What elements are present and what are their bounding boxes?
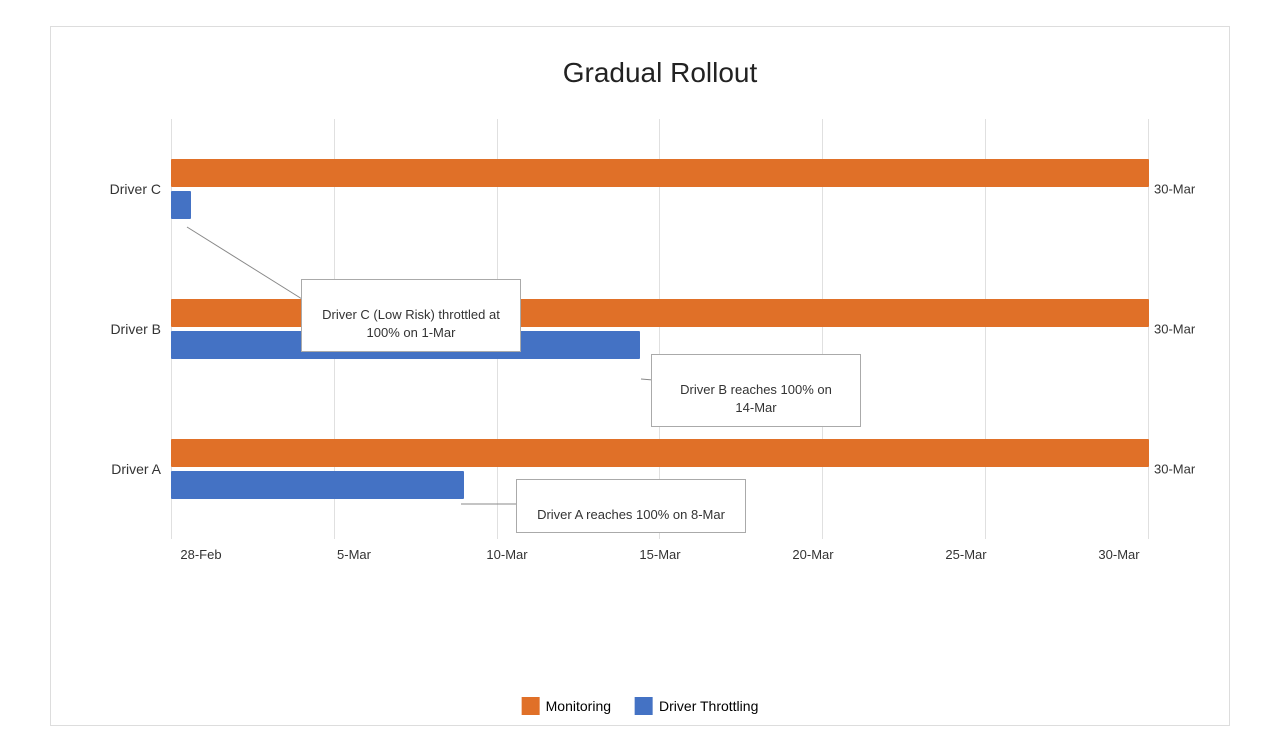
driver-a-orange-bar bbox=[171, 439, 1149, 467]
x-label-30mar: 30-Mar bbox=[1089, 547, 1149, 562]
x-label-15mar: 15-Mar bbox=[630, 547, 690, 562]
driver-b-end-label: 30-Mar bbox=[1154, 322, 1204, 337]
x-label-5mar: 5-Mar bbox=[324, 547, 384, 562]
x-label-25mar: 25-Mar bbox=[936, 547, 996, 562]
callout-driver-a: Driver A reaches 100% on 8-Mar bbox=[516, 479, 746, 533]
callout-driver-c: Driver C (Low Risk) throttled at 100% on… bbox=[301, 279, 521, 352]
legend-monitoring-label: Monitoring bbox=[546, 698, 611, 714]
legend-monitoring-swatch bbox=[522, 697, 540, 715]
x-label-28feb: 28-Feb bbox=[171, 547, 231, 562]
legend-monitoring: Monitoring bbox=[522, 697, 611, 715]
chart-area: Driver C Driver B Driver A 30-Mar 30-Ma bbox=[171, 119, 1149, 579]
chart-container: Gradual Rollout Driver C Driver B Driver… bbox=[50, 26, 1230, 726]
driver-a-end-label: 30-Mar bbox=[1154, 462, 1204, 477]
driver-a-blue-bar bbox=[171, 471, 464, 499]
callout-driver-b: Driver B reaches 100% on 14-Mar bbox=[651, 354, 861, 427]
chart-title: Gradual Rollout bbox=[171, 57, 1149, 89]
legend-throttling: Driver Throttling bbox=[635, 697, 758, 715]
chart-legend: Monitoring Driver Throttling bbox=[522, 697, 759, 715]
y-label-a: Driver A bbox=[61, 461, 161, 477]
driver-c-orange-bar bbox=[171, 159, 1149, 187]
y-axis-labels: Driver C Driver B Driver A bbox=[61, 119, 161, 539]
x-axis: 28-Feb 5-Mar 10-Mar 15-Mar 20-Mar 25-Mar… bbox=[171, 539, 1149, 579]
driver-c-bars bbox=[171, 149, 1149, 229]
y-label-b: Driver B bbox=[61, 321, 161, 337]
x-label-20mar: 20-Mar bbox=[783, 547, 843, 562]
legend-throttling-swatch bbox=[635, 697, 653, 715]
driver-c-end-label: 30-Mar bbox=[1154, 182, 1204, 197]
x-label-10mar: 10-Mar bbox=[477, 547, 537, 562]
driver-c-blue-bar bbox=[171, 191, 191, 219]
driver-c-row: 30-Mar bbox=[171, 149, 1149, 229]
legend-throttling-label: Driver Throttling bbox=[659, 698, 758, 714]
y-label-c: Driver C bbox=[61, 181, 161, 197]
